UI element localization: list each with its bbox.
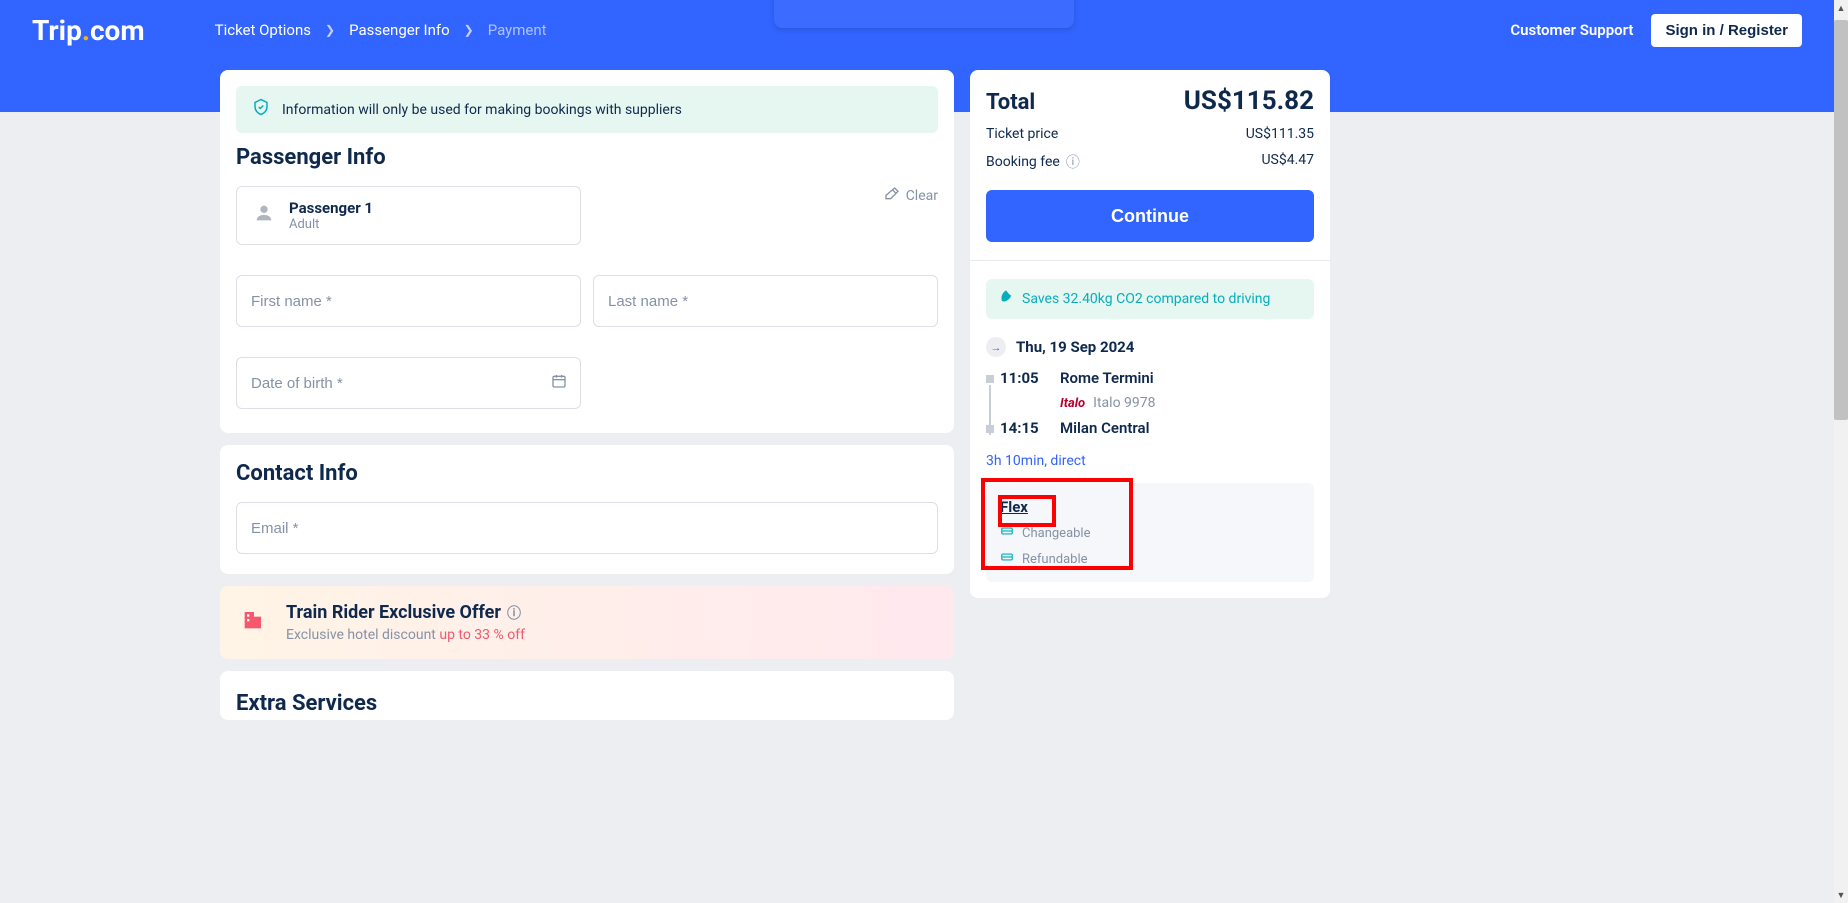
total-value: US$115.82 — [1184, 86, 1314, 116]
ticket-price-value: US$111.35 — [1246, 126, 1314, 142]
signin-button[interactable]: Sign in / Register — [1651, 14, 1802, 47]
train-number: Italo 9978 — [1093, 395, 1155, 411]
flex-title[interactable]: Flex — [1000, 498, 1028, 516]
email-input[interactable] — [236, 502, 938, 554]
booking-fee-label: Booking fee — [986, 154, 1060, 170]
customer-support-link[interactable]: Customer Support — [1510, 21, 1633, 39]
contact-info-title: Contact Info — [236, 461, 938, 486]
breadcrumb-step-passenger-info[interactable]: Passenger Info — [349, 21, 450, 39]
scroll-thumb[interactable] — [1834, 20, 1848, 420]
promo-banner[interactable]: Train Rider Exclusive Offer ⓘ Exclusive … — [220, 586, 954, 659]
person-icon — [253, 202, 275, 230]
leaf-icon — [998, 289, 1014, 309]
ticket-icon — [1000, 524, 1014, 542]
eco-banner: Saves 32.40kg CO2 compared to driving — [986, 279, 1314, 319]
info-banner: Information will only be used for making… — [236, 86, 938, 133]
scrollbar[interactable]: ▲ ▼ — [1834, 0, 1848, 903]
booking-fee-value: US$4.47 — [1261, 152, 1314, 172]
eraser-icon — [884, 186, 900, 206]
clear-label: Clear — [906, 188, 938, 204]
logo-dot: . — [82, 14, 90, 47]
total-label: Total — [986, 90, 1035, 115]
promo-sub-a: Exclusive hotel discount — [286, 627, 439, 643]
fare-flex-box: Flex Changeable Refundable — [986, 483, 1314, 582]
itinerary-dot — [986, 425, 994, 433]
clear-button[interactable]: Clear — [884, 186, 938, 206]
passenger-info-title: Passenger Info — [236, 145, 938, 170]
trip-duration[interactable]: 3h 10min, direct — [986, 453, 1314, 469]
italo-logo: Italo — [1060, 396, 1085, 411]
continue-button[interactable]: Continue — [986, 190, 1314, 242]
trip-date: Thu, 19 Sep 2024 — [1016, 338, 1134, 356]
info-banner-text: Information will only be used for making… — [282, 102, 682, 118]
ticket-icon — [1000, 550, 1014, 568]
scroll-down-icon[interactable]: ▼ — [1834, 887, 1848, 903]
itinerary-dot — [986, 375, 994, 383]
arrival-time: 14:15 — [1000, 419, 1044, 437]
departure-time: 11:05 — [1000, 369, 1044, 387]
chevron-right-icon: ❯ — [325, 23, 335, 37]
shield-icon — [252, 98, 270, 121]
info-icon[interactable]: ⓘ — [507, 603, 521, 623]
breadcrumb: Ticket Options ❯ Passenger Info ❯ Paymen… — [215, 21, 547, 39]
info-icon[interactable]: ⓘ — [1066, 152, 1080, 172]
departure-station: Rome Termini — [1060, 369, 1154, 387]
promo-title: Train Rider Exclusive Offer — [286, 602, 501, 623]
passenger-label: Passenger 1 — [289, 199, 373, 217]
promo-sub-b: up to 33 % off — [439, 627, 525, 643]
scroll-up-icon[interactable]: ▲ — [1834, 0, 1848, 16]
breadcrumb-step-payment: Payment — [488, 21, 547, 39]
eco-text: Saves 32.40kg CO2 compared to driving — [1022, 291, 1270, 307]
flex-changeable: Changeable — [1022, 526, 1091, 541]
extra-services-title: Extra Services — [236, 691, 938, 716]
ticket-price-label: Ticket price — [986, 126, 1058, 142]
trip-logo[interactable]: Trip.com — [32, 14, 145, 47]
flex-refundable: Refundable — [1022, 552, 1088, 567]
dob-input[interactable] — [236, 357, 581, 409]
arrow-right-icon: → — [986, 337, 1006, 357]
passenger-card[interactable]: Passenger 1 Adult — [236, 186, 581, 245]
breadcrumb-step-ticket-options[interactable]: Ticket Options — [215, 21, 311, 39]
hotel-icon — [240, 605, 268, 640]
logo-text-a: Trip — [32, 14, 82, 47]
chevron-right-icon: ❯ — [464, 23, 474, 37]
passenger-type: Adult — [289, 217, 373, 232]
arrival-station: Milan Central — [1060, 419, 1149, 437]
first-name-input[interactable] — [236, 275, 581, 327]
logo-text-b: com — [90, 14, 145, 47]
last-name-input[interactable] — [593, 275, 938, 327]
calendar-icon[interactable] — [551, 373, 567, 393]
